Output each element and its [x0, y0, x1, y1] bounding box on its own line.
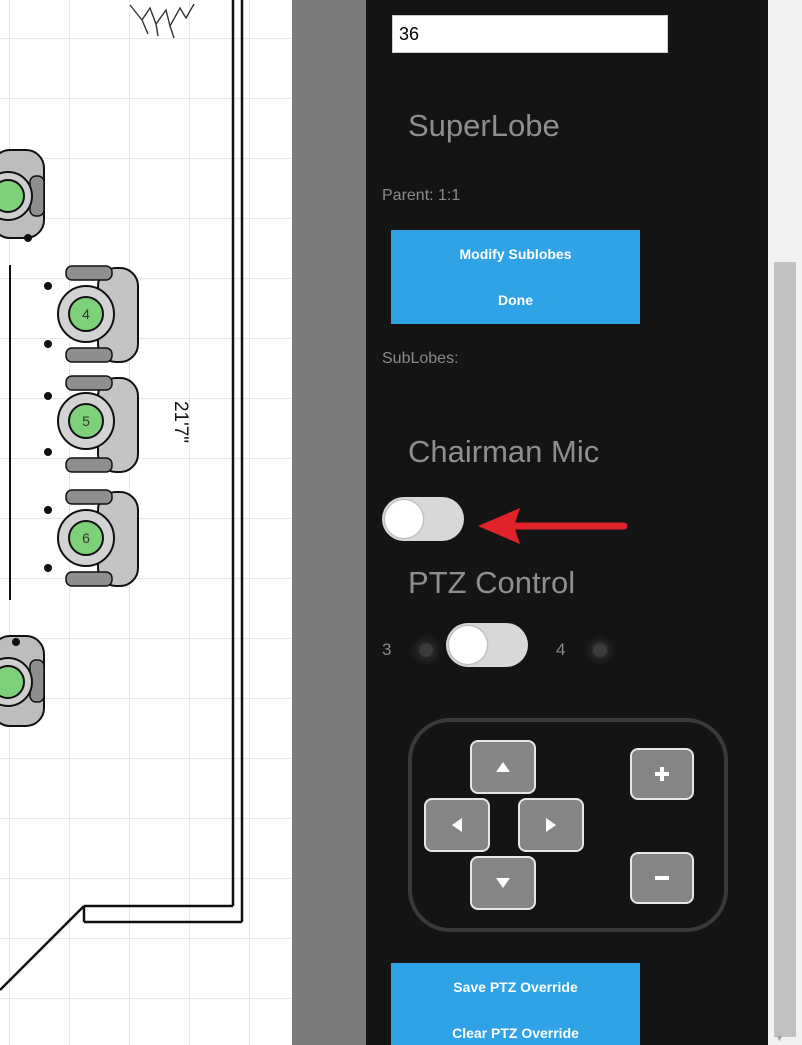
done-button[interactable]: Done: [391, 292, 640, 308]
triangle-left-icon: [452, 818, 462, 832]
scroll-down-arrow-icon[interactable]: ▼: [775, 1033, 784, 1043]
seat-number-5: 5: [82, 413, 90, 429]
ptz-pad: [408, 718, 728, 932]
sublobes-label: SubLobes:: [382, 350, 459, 367]
chairman-mic-heading: Chairman Mic: [408, 434, 600, 469]
floor-plan-canvas[interactable]: 4 5 6 21'7": [0, 0, 292, 1045]
seat-number-6: 6: [82, 530, 90, 546]
ptz-control-heading: PTZ Control: [408, 565, 576, 600]
panel-gutter: [292, 0, 366, 1045]
seat-number-4: 4: [82, 306, 90, 322]
ptz-number-left: 3: [382, 640, 392, 659]
modify-sublobes-button[interactable]: Modify Sublobes: [391, 246, 640, 262]
ptz-camera-toggle[interactable]: [446, 623, 528, 667]
ptz-indicator-right: [593, 643, 607, 657]
pan-left-button[interactable]: [424, 798, 490, 852]
panel-scrollbar[interactable]: ▼: [768, 0, 802, 1045]
triangle-down-icon: [496, 878, 510, 888]
zoom-in-button[interactable]: [630, 748, 694, 800]
ptz-number-right: 4: [556, 640, 566, 659]
red-arrow-icon: [478, 508, 628, 544]
clear-ptz-override-button[interactable]: Clear PTZ Override: [391, 1025, 640, 1041]
pan-right-button[interactable]: [518, 798, 584, 852]
pan-down-button[interactable]: [470, 856, 536, 910]
chair-partial: [0, 149, 45, 242]
save-ptz-override-button[interactable]: Save PTZ Override: [391, 979, 640, 995]
chair-partial-bottom: [0, 635, 45, 727]
plus-icon: [655, 767, 669, 781]
minus-icon: [655, 876, 669, 880]
triangle-right-icon: [546, 818, 556, 832]
lobe-settings-panel: SuperLobe Parent: 1:1 Modify Sublobes Do…: [366, 0, 768, 1045]
pan-up-button[interactable]: [470, 740, 536, 794]
dimension-label: 21'7": [170, 400, 191, 444]
ptz-override-buttons-block: Save PTZ Override Clear PTZ Override: [391, 963, 640, 1045]
zoom-out-button[interactable]: [630, 852, 694, 904]
parent-text: Parent: 1:1: [382, 187, 461, 204]
floor-plan-drawing: 4 5 6: [0, 0, 292, 1045]
number-field[interactable]: [392, 15, 668, 53]
superlobe-heading: SuperLobe: [408, 108, 560, 143]
triangle-up-icon: [496, 762, 510, 772]
scrollbar-thumb[interactable]: [774, 262, 796, 1037]
ptz-indicator-left: [419, 643, 433, 657]
sublobe-buttons-block: Modify Sublobes Done: [391, 230, 640, 324]
toggle-knob: [449, 626, 487, 664]
chairman-mic-toggle[interactable]: [382, 497, 464, 541]
toggle-knob: [385, 500, 423, 538]
